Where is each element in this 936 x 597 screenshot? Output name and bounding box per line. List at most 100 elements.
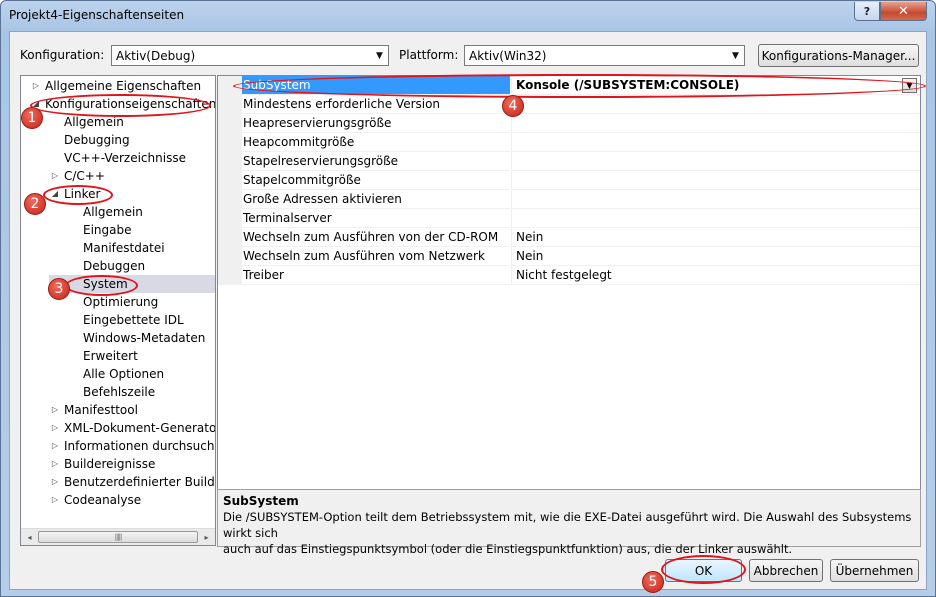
tree-item[interactable]: ▷ Buildereignisse [21, 455, 215, 473]
property-grid[interactable]: SubSystem Konsole (/SUBSYSTEM:CONSOLE) ▼ Mi… [217, 75, 921, 516]
step-badge-1: 1 [21, 107, 43, 129]
property-value[interactable] [511, 133, 920, 152]
expand-arrow-icon[interactable]: ▷ [50, 455, 60, 473]
tree-item[interactable]: ◢ Konfigurationseigenschaften [21, 95, 215, 113]
property-row[interactable]: Heapcommitgröße [218, 133, 920, 152]
property-row[interactable]: Mindestens erforderliche Version [218, 95, 920, 114]
property-name[interactable]: SubSystem [242, 76, 510, 95]
step-badge-5: 5 [642, 571, 664, 593]
chevron-down-icon[interactable]: ▼ [902, 78, 917, 93]
scroll-left-icon[interactable]: ◂ [21, 529, 38, 545]
property-value[interactable] [511, 95, 920, 114]
property-value[interactable] [511, 209, 920, 228]
tree-item[interactable]: Eingebettete IDL [21, 311, 215, 329]
tree-item[interactable]: ▷ C/C++ [21, 167, 215, 185]
step-badge-2: 2 [24, 193, 46, 215]
property-row[interactable]: Wechseln zum Ausführen von der CD-ROM Nei… [218, 228, 920, 247]
tree-item[interactable]: Allgemein [21, 113, 215, 131]
property-value[interactable]: Nein [511, 247, 920, 266]
property-row[interactable]: Wechseln zum Ausführen vom Netzwerk Nein [218, 247, 920, 266]
property-name[interactable]: Große Adressen aktivieren [242, 190, 510, 209]
tree-item[interactable]: Eingabe [21, 221, 215, 239]
property-value[interactable] [511, 190, 920, 209]
tree-item[interactable]: Allgemein [21, 203, 215, 221]
property-name[interactable]: Stapelreservierungsgröße [242, 152, 510, 171]
property-value[interactable] [511, 152, 920, 171]
property-name[interactable]: Wechseln zum Ausführen vom Netzwerk [242, 247, 510, 266]
tree-item[interactable]: Debugging [21, 131, 215, 149]
property-value[interactable] [511, 114, 920, 133]
tree-item[interactable]: Debuggen [21, 257, 215, 275]
row-gutter [218, 133, 242, 152]
tree-item[interactable]: ▷ Informationen durchsuche [21, 437, 215, 455]
tree-item[interactable]: ◢ Linker [21, 185, 215, 203]
tree-item-label: XML-Dokument-Generato [64, 421, 216, 435]
tree-item[interactable]: System [49, 275, 215, 293]
expand-arrow-icon[interactable]: ▷ [50, 167, 60, 185]
row-gutter [218, 247, 242, 266]
tree-item-label: Allgemeine Eigenschaften [45, 79, 202, 93]
property-row[interactable]: Große Adressen aktivieren [218, 190, 920, 209]
expand-arrow-icon[interactable]: ▷ [50, 401, 60, 419]
tree-item[interactable]: ▷ Allgemeine Eigenschaften [21, 77, 215, 95]
row-gutter [218, 228, 242, 247]
description-panel: SubSystem Die /SUBSYSTEM-Option teilt de… [217, 489, 921, 556]
tree-item[interactable]: Erweitert [21, 347, 215, 365]
tree-item[interactable]: ▷ Codeanalyse [21, 491, 215, 509]
property-name[interactable]: Terminalserver [242, 209, 510, 228]
row-gutter [218, 114, 242, 133]
collapse-arrow-icon[interactable]: ◢ [50, 185, 60, 203]
tree-item[interactable]: Manifestdatei [21, 239, 215, 257]
tree-item[interactable]: ▷ XML-Dokument-Generato [21, 419, 215, 437]
tree-item-label: Codeanalyse [64, 493, 142, 507]
konfigurations-manager-button[interactable]: Konfigurations-Manager... [758, 44, 919, 67]
property-value[interactable]: Nicht festgelegt [511, 266, 920, 285]
description-text-line1: Die /SUBSYSTEM-Option teilt dem Betriebs… [223, 510, 912, 540]
property-value[interactable]: Nein [511, 228, 920, 247]
property-name[interactable]: Treiber [242, 266, 510, 285]
property-row[interactable]: Stapelcommitgröße [218, 171, 920, 190]
property-row[interactable]: Stapelreservierungsgröße [218, 152, 920, 171]
expand-arrow-icon[interactable]: ▷ [50, 419, 60, 437]
property-name[interactable]: Stapelcommitgröße [242, 171, 510, 190]
tree-item[interactable]: Befehlszeile [21, 383, 215, 401]
plattform-select[interactable]: Aktiv(Win32) ▼ [464, 45, 745, 66]
property-row[interactable]: Terminalserver [218, 209, 920, 228]
apply-button[interactable]: Übernehmen [830, 559, 919, 582]
property-name[interactable]: Wechseln zum Ausführen von der CD-ROM [242, 228, 510, 247]
tree-item[interactable]: ▷ Benutzerdefinierter Buildsc [21, 473, 215, 491]
tree-item-label: Eingebettete IDL [83, 313, 184, 327]
chevron-down-icon: ▼ [376, 50, 383, 61]
description-text-line2: auch auf das Einstiegspunktsymbol (oder … [223, 542, 793, 556]
close-button[interactable]: ✕ [880, 2, 927, 21]
ok-button[interactable]: OK [665, 559, 742, 582]
category-tree[interactable]: ▷ Codeanalyse ▷ Benutzerdefinierter Buildsc… [20, 75, 216, 546]
expand-arrow-icon[interactable]: ▷ [31, 77, 41, 95]
property-value-text: Nein [516, 249, 544, 263]
tree-item-label: Alle Optionen [83, 367, 165, 381]
expand-arrow-icon[interactable]: ▷ [50, 491, 60, 509]
tree-item[interactable]: Windows-Metadaten [21, 329, 215, 347]
tree-horizontal-scrollbar[interactable]: ◂ ||||| ▸ [21, 528, 215, 545]
tree-item[interactable]: Alle Optionen [21, 365, 215, 383]
help-button[interactable]: ? [854, 2, 880, 21]
property-row[interactable]: Treiber Nicht festgelegt [218, 266, 920, 285]
konfiguration-select[interactable]: Aktiv(Debug) ▼ [111, 45, 389, 66]
property-row[interactable]: Heapreservierungsgröße [218, 114, 920, 133]
expand-arrow-icon[interactable]: ▷ [50, 437, 60, 455]
property-name[interactable]: Mindestens erforderliche Version [242, 95, 510, 114]
property-name[interactable]: Heapcommitgröße [242, 133, 510, 152]
property-row[interactable]: SubSystem Konsole (/SUBSYSTEM:CONSOLE) ▼ [218, 76, 920, 95]
row-gutter [218, 76, 242, 95]
expand-arrow-icon[interactable]: ▷ [50, 473, 60, 491]
property-name[interactable]: Heapreservierungsgröße [242, 114, 510, 133]
dialog-client-area: Konfiguration: Aktiv(Debug) ▼ Plattform:… [9, 31, 927, 590]
property-value-text: Nein [516, 230, 544, 244]
tree-item[interactable]: VC++-Verzeichnisse [21, 149, 215, 167]
property-value[interactable] [511, 171, 920, 190]
scroll-right-icon[interactable]: ▸ [198, 529, 215, 545]
scrollbar-thumb[interactable]: ||||| [38, 531, 198, 543]
tree-item[interactable]: ▷ Manifesttool [21, 401, 215, 419]
cancel-button[interactable]: Abbrechen [749, 559, 823, 582]
property-value[interactable]: Konsole (/SUBSYSTEM:CONSOLE) ▼ [511, 76, 920, 95]
